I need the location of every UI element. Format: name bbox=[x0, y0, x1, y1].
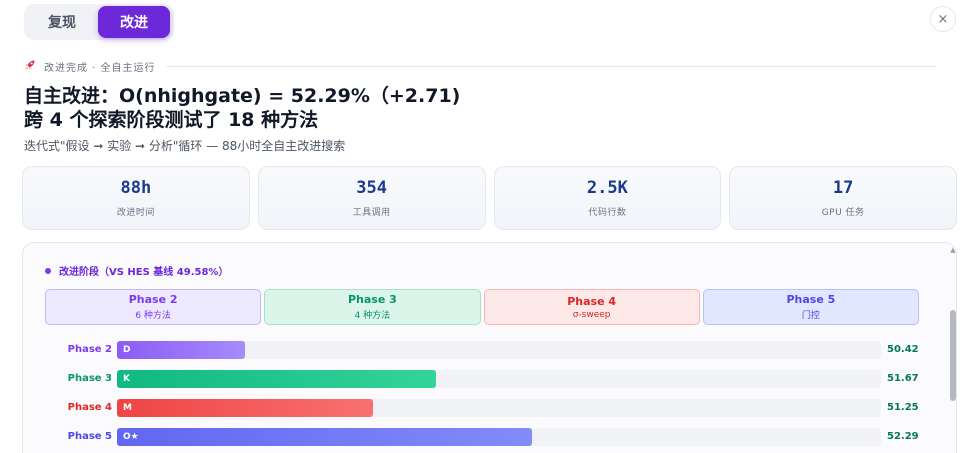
bar-code: M bbox=[123, 403, 132, 413]
result-row: Phase 3 K 51.67 bbox=[45, 370, 925, 399]
result-bars: Phase 2 D 50.42 Phase 3 K 51.67 Phase 4 … bbox=[45, 341, 925, 453]
bar-code: K bbox=[123, 374, 130, 384]
status-line: 改进完成 · 全自主运行 bbox=[24, 58, 936, 74]
panel-title-text: 改进阶段（VS HES 基线 49.58%） bbox=[59, 267, 229, 278]
phase-header-5: Phase 5 门控 bbox=[702, 289, 919, 325]
phase-header-2: Phase 2 6 种方法 bbox=[45, 289, 262, 325]
result-bar: M bbox=[117, 399, 373, 417]
result-bar: O★ bbox=[117, 428, 532, 446]
phase-header-3: Phase 3 4 种方法 bbox=[264, 289, 481, 325]
bullet-dot-icon bbox=[45, 267, 51, 274]
phase-name: Phase 2 bbox=[128, 293, 178, 306]
row-label: Phase 2 bbox=[67, 344, 112, 355]
stat-value: 354 bbox=[356, 178, 387, 198]
tab-reproduce[interactable]: 复现 bbox=[26, 6, 98, 38]
improvement-phases-panel: 改进阶段（VS HES 基线 49.58%） Phase 2 6 种方法 Pha… bbox=[22, 242, 957, 453]
bar-code: O★ bbox=[123, 432, 139, 442]
close-icon: × bbox=[937, 11, 949, 27]
scroll-up-arrow-icon[interactable]: ▲ bbox=[949, 246, 957, 254]
close-button[interactable]: × bbox=[930, 6, 956, 32]
stat-card-gpu-tasks: 17 GPU 任务 bbox=[729, 166, 957, 230]
page-subtitle: 迭代式"假设 ➞ 实验 ➞ 分析"循环 — 88小时全自主改进搜索 bbox=[24, 139, 346, 153]
row-value: 52.29 bbox=[887, 431, 919, 442]
tab-improve[interactable]: 改进 bbox=[98, 6, 170, 38]
bar-track: M bbox=[117, 399, 881, 417]
stat-card-tool-calls: 354 工具调用 bbox=[257, 166, 486, 230]
stat-label: GPU 任务 bbox=[821, 208, 865, 218]
panel-title: 改进阶段（VS HES 基线 49.58%） bbox=[45, 263, 228, 278]
stats-row: 88h 改进时间 354 工具调用 2.5K 代码行数 17 GPU 任务 bbox=[22, 166, 957, 230]
phase-header-4: Phase 4 σ-sweep bbox=[483, 289, 700, 325]
result-row: Phase 2 D 50.42 bbox=[45, 341, 925, 370]
scrollbar-thumb[interactable] bbox=[950, 310, 956, 401]
status-text: 改进完成 · 全自主运行 bbox=[44, 62, 156, 74]
page-title: 自主改进：O(nhighgate) = 52.29%（+2.71) bbox=[24, 85, 461, 107]
row-value: 51.25 bbox=[887, 402, 919, 413]
stat-label: 改进时间 bbox=[116, 208, 155, 218]
row-value: 51.67 bbox=[887, 373, 919, 384]
stat-value: 2.5K bbox=[586, 178, 628, 198]
stat-label: 代码行数 bbox=[588, 208, 627, 218]
phase-name: Phase 3 bbox=[347, 293, 397, 306]
bar-track: K bbox=[117, 370, 881, 388]
bar-code: D bbox=[123, 345, 131, 355]
phase-sub: 4 种方法 bbox=[354, 311, 391, 321]
stat-value: 17 bbox=[832, 178, 854, 198]
row-label: Phase 5 bbox=[67, 431, 112, 442]
result-row: Phase 4 M 51.25 bbox=[45, 399, 925, 428]
row-label: Phase 4 bbox=[67, 402, 112, 413]
row-label: Phase 3 bbox=[67, 373, 112, 384]
rocket-icon bbox=[24, 59, 36, 74]
stat-value: 88h bbox=[120, 178, 152, 198]
bar-track: D bbox=[117, 341, 881, 359]
phase-sub: 门控 bbox=[801, 311, 820, 321]
result-bar: D bbox=[117, 341, 245, 359]
stat-card-code-lines: 2.5K 代码行数 bbox=[493, 166, 722, 230]
scrollbar[interactable]: ▲ bbox=[949, 246, 957, 453]
stat-label: 工具调用 bbox=[352, 208, 391, 218]
phase-name: Phase 4 bbox=[567, 294, 617, 308]
phase-header-row: Phase 2 6 种方法 Phase 3 4 种方法 Phase 4 σ-sw… bbox=[45, 289, 919, 325]
phase-sub: σ-sweep bbox=[572, 309, 611, 320]
row-value: 50.42 bbox=[887, 344, 919, 355]
view-tabs: 复现 改进 bbox=[24, 4, 174, 40]
result-bar: K bbox=[117, 370, 437, 388]
divider bbox=[165, 65, 936, 67]
page-title-line2: 跨 4 个探索阶段测试了 18 种方法 bbox=[24, 109, 319, 131]
phase-sub: 6 种方法 bbox=[135, 311, 171, 321]
bar-track: O★ bbox=[117, 428, 881, 446]
stat-card-time: 88h 改进时间 bbox=[22, 166, 250, 230]
result-row: Phase 5 O★ 52.29 bbox=[45, 428, 925, 453]
phase-name: Phase 5 bbox=[786, 293, 836, 306]
